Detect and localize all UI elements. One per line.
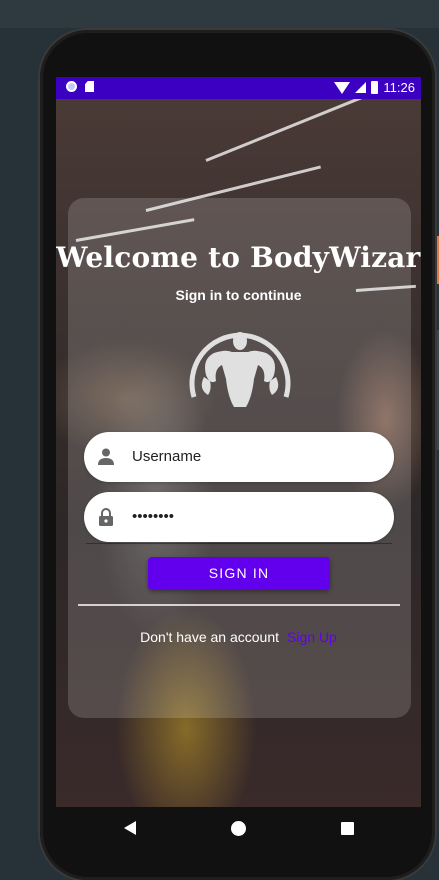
sign-in-button[interactable]: SIGN IN <box>148 557 330 590</box>
signup-row: Don't have an account Sign Up <box>56 629 421 645</box>
record-icon <box>66 81 77 92</box>
signal-icon <box>355 82 367 93</box>
status-bar: 11:26 <box>56 77 421 99</box>
lock-icon <box>99 508 113 526</box>
status-time: 11:26 <box>383 80 415 95</box>
password-field[interactable]: •••••••• <box>84 492 394 542</box>
password-underline <box>86 543 392 544</box>
divider <box>78 604 400 606</box>
signup-prompt: Don't have an account <box>140 629 280 645</box>
sign-up-link[interactable]: Sign Up <box>287 629 337 645</box>
username-field[interactable]: Username <box>84 432 394 482</box>
home-icon[interactable] <box>231 821 246 836</box>
welcome-title: Welcome to BodyWizard <box>56 241 421 274</box>
bodybuilder-logo-icon <box>189 332 291 407</box>
window-top-band <box>0 0 439 28</box>
battery-icon <box>371 81 379 94</box>
sd-card-icon <box>85 81 94 92</box>
back-icon[interactable] <box>124 821 136 835</box>
username-input[interactable]: Username <box>132 432 201 482</box>
recents-icon[interactable] <box>341 822 354 835</box>
person-icon <box>98 448 114 465</box>
signin-subtitle: Sign in to continue <box>175 287 302 303</box>
wifi-icon <box>334 81 351 94</box>
navigation-bar <box>56 807 421 851</box>
password-input[interactable]: •••••••• <box>132 492 174 542</box>
phone-screen: 11:26 Welcome to BodyWizard Sign in to c… <box>56 77 421 807</box>
